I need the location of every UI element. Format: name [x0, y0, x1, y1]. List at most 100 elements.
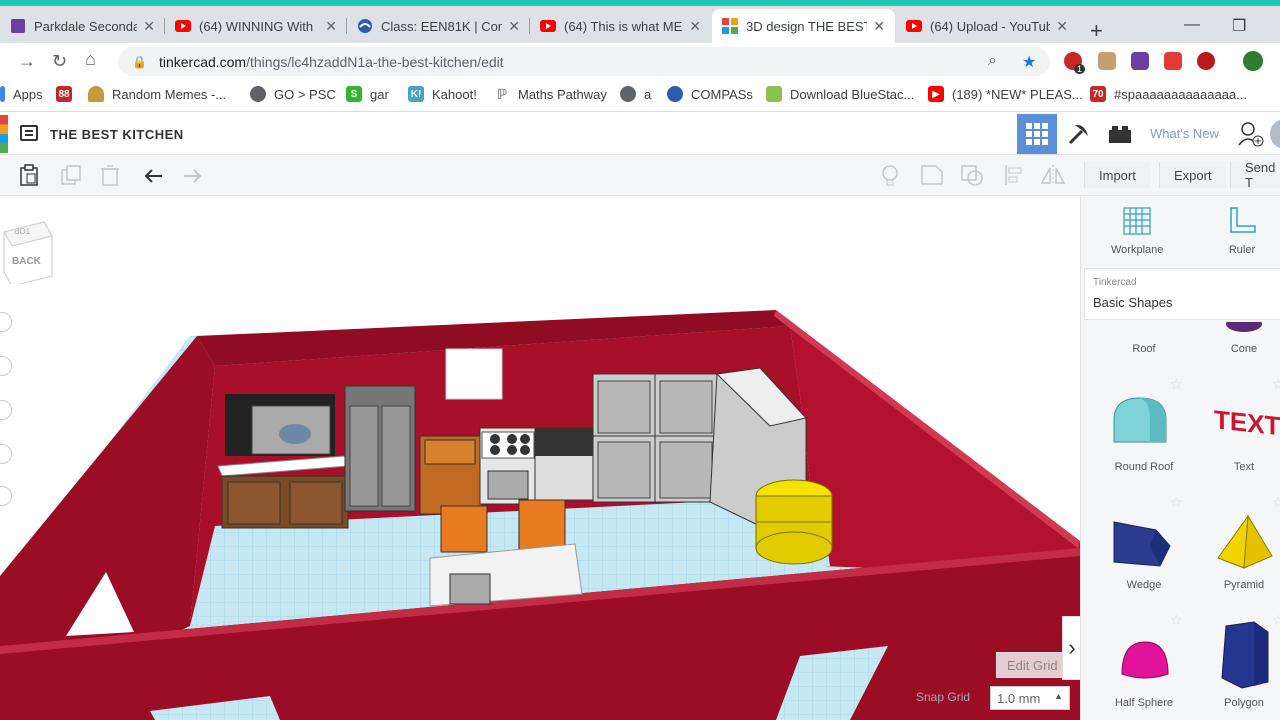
address-bar[interactable]: 🔒 tinkercad.com/things/lc4hzaddN1a-the-b… — [118, 47, 1050, 76]
user-avatar[interactable] — [1270, 119, 1280, 149]
tinkercad-logo[interactable] — [0, 115, 8, 153]
bookmark-label: gar — [370, 86, 389, 102]
group-icon[interactable] — [920, 164, 944, 192]
close-icon[interactable]: ✕ — [508, 18, 520, 35]
close-icon[interactable]: ✕ — [325, 18, 337, 35]
snap-grid-select[interactable]: 1.0 mm ▲ — [990, 686, 1070, 710]
minecraft-pickaxe-icon[interactable] — [1059, 114, 1099, 154]
paste-icon[interactable] — [18, 164, 40, 192]
send-to-button[interactable]: Send T — [1230, 160, 1280, 190]
extension-icon[interactable] — [1197, 52, 1215, 70]
kahoot-extension-icon[interactable] — [1131, 52, 1149, 70]
delete-icon[interactable] — [100, 164, 120, 192]
ruler-button[interactable]: Ruler — [1227, 206, 1257, 256]
bookmark-go-psc[interactable]: GO > PSC — [250, 86, 336, 102]
bookmarks-bar: Apps 88 Random Memes -... GO > PSC S gar… — [0, 79, 1280, 112]
wedge-shape[interactable] — [1110, 516, 1172, 577]
tab-class[interactable]: Class: EEN81K | Comp ✕ — [347, 9, 530, 43]
import-button[interactable]: Import — [1084, 162, 1150, 188]
bookmark-maths-pathway[interactable]: ℙ Maths Pathway — [494, 86, 607, 102]
home-icon[interactable]: ⌂ — [85, 49, 96, 70]
bookmark-bluestacks[interactable]: Download BlueStac... — [766, 86, 914, 102]
search-icon[interactable]: ⌕ — [988, 52, 997, 70]
star-icon[interactable]: ☆ — [1272, 376, 1280, 393]
minimize-icon[interactable]: — — [1184, 16, 1200, 34]
url-host: tinkercad.com — [158, 53, 247, 70]
3d-workspace[interactable]: BACK TOP Edit Grid Snap Grid 1.0 mm ▲ › — [0, 196, 1080, 720]
memes-icon — [88, 86, 104, 102]
round-roof-shape[interactable] — [1110, 394, 1170, 453]
stool-left — [440, 505, 488, 553]
view-cube[interactable]: BACK TOP — [0, 218, 53, 287]
design-menu-icon[interactable] — [20, 125, 38, 141]
polygon-shape[interactable] — [1218, 620, 1272, 695]
close-icon[interactable]: ✕ — [873, 18, 885, 35]
bookmark-gar[interactable]: S gar — [346, 86, 389, 102]
tab-3d-design[interactable]: 3D design THE BEST ✕ — [712, 9, 895, 43]
bookmark-label: Apps — [13, 86, 43, 102]
tab-winning[interactable]: (64) WINNING With ✕ — [165, 9, 347, 43]
export-button[interactable]: Export — [1159, 162, 1226, 188]
half-sphere-shape[interactable] — [1120, 640, 1170, 687]
close-icon[interactable]: ✕ — [143, 18, 155, 35]
lego-brick-icon[interactable] — [1100, 114, 1140, 154]
edit-grid-button[interactable]: Edit Grid — [996, 652, 1069, 678]
bookmark-kahoot[interactable]: K! Kahoot! — [408, 86, 477, 102]
close-icon[interactable]: ✕ — [689, 18, 701, 35]
tab-upload[interactable]: (64) Upload - YouTub ✕ — [896, 9, 1078, 43]
workplane-button[interactable]: Workplane — [1111, 206, 1163, 256]
extension-badge: 1 — [1074, 64, 1086, 74]
star-icon[interactable]: ★ — [1022, 52, 1036, 72]
half-sphere-icon — [1121, 641, 1169, 679]
bookmark-random-memes[interactable]: Random Memes -... — [88, 86, 226, 102]
align-icon[interactable] — [1004, 164, 1024, 192]
new-tab-button[interactable]: + — [1090, 18, 1103, 44]
s-extension-icon[interactable] — [1164, 52, 1182, 70]
back-arrow-icon[interactable]: → — [18, 51, 36, 72]
close-icon[interactable]: ✕ — [1056, 18, 1068, 35]
pyramid-shape[interactable] — [1214, 512, 1276, 577]
star-icon[interactable]: ☆ — [1170, 612, 1183, 629]
bookmark-189-new[interactable]: ▶ (189) *NEW* PLEAS... — [928, 86, 1083, 102]
ungroup-icon[interactable] — [960, 164, 984, 192]
star-icon[interactable]: ☆ — [1272, 612, 1280, 629]
text-shape-glyph: TEXT — [1214, 404, 1280, 438]
shape-label-pyramid: Pyramid — [1223, 579, 1265, 591]
mirror-icon[interactable] — [1040, 164, 1066, 192]
lightbulb-icon[interactable] — [880, 164, 900, 194]
shape-label-polygon: Polygon — [1224, 697, 1264, 709]
tab-strip: Parkdale Secondary C ✕ (64) WINNING With… — [0, 6, 1280, 43]
restore-icon[interactable]: ❐ — [1232, 16, 1246, 36]
bookmark-spaaa[interactable]: 70 #spaaaaaaaaaaaaaa... — [1090, 86, 1247, 102]
undo-icon[interactable] — [142, 164, 164, 192]
star-icon[interactable]: ☆ — [1272, 494, 1280, 511]
add-user-icon[interactable] — [1238, 121, 1264, 152]
star-icon[interactable]: ☆ — [1170, 494, 1183, 511]
bookmark-compass[interactable]: COMPASs — [667, 86, 753, 102]
star-icon[interactable]: ☆ — [1170, 376, 1183, 393]
tab-title: (64) This is what MEG — [564, 18, 684, 34]
text-shape[interactable]: TEXT — [1212, 398, 1280, 443]
bookmark-label: #spaaaaaaaaaaaaaa... — [1114, 86, 1248, 102]
redo-icon[interactable] — [182, 164, 204, 192]
view-cube-back-label: BACK — [12, 256, 41, 267]
reload-icon[interactable]: ↻ — [52, 51, 67, 72]
whats-new-link[interactable]: What's New — [1150, 126, 1219, 141]
lock-icon: 🔒 — [132, 54, 147, 69]
collapse-panel-button[interactable]: › — [1062, 616, 1080, 680]
shape-library-selector[interactable]: Tinkercad Basic Shapes — [1084, 268, 1280, 320]
design-title[interactable]: THE BEST KITCHEN — [50, 127, 184, 142]
bookmark-a[interactable]: a — [620, 86, 651, 102]
bookmark-apps[interactable]: Apps — [0, 86, 43, 102]
extension-icon[interactable] — [1098, 52, 1116, 70]
tab-parkdale[interactable]: Parkdale Secondary C ✕ — [0, 9, 165, 43]
apps-grid-icon — [0, 86, 5, 102]
round-roof-icon — [1113, 397, 1167, 443]
shape-label-roof: Roof — [1132, 343, 1156, 355]
shapes-grid: Roof Cone ☆ ☆ Round Roof TEXT Text ☆ ☆ W… — [1080, 322, 1280, 720]
tab-this-is-what[interactable]: (64) This is what MEG ✕ — [530, 9, 711, 43]
bookmark-88[interactable]: 88 — [56, 86, 80, 102]
profile-avatar[interactable] — [1243, 51, 1263, 71]
3d-view-grid-icon[interactable] — [1017, 114, 1057, 154]
duplicate-icon[interactable] — [60, 164, 82, 192]
